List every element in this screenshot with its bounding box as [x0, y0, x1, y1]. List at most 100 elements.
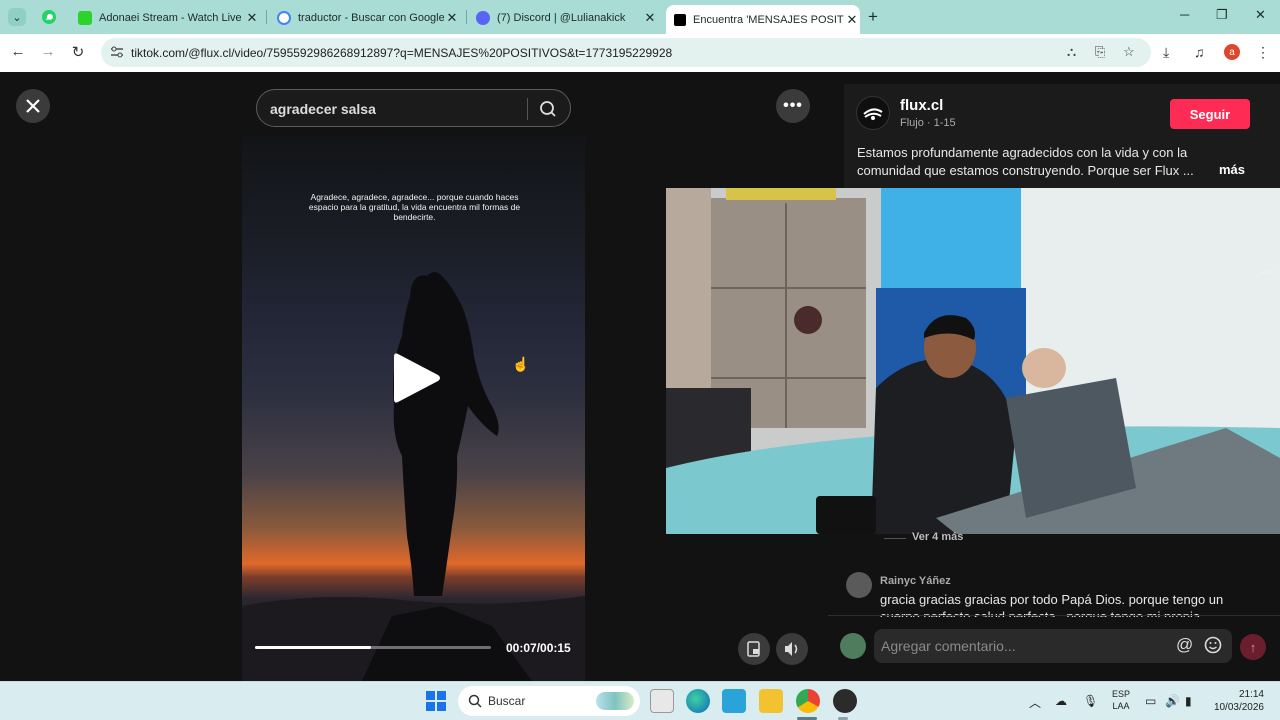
tab-tiktok-active[interactable]: Encuentra 'MENSAJES POSITIVO ✕ [666, 5, 860, 34]
my-avatar [840, 633, 866, 659]
keyboard-layout: LAA [1112, 701, 1130, 711]
search-icon[interactable] [537, 99, 559, 119]
install-app-icon[interactable]: ⎘ [1095, 44, 1105, 60]
windows-start-icon[interactable] [426, 691, 446, 711]
send-comment-button[interactable]: ↑ [1240, 634, 1266, 660]
tab-google-traductor[interactable]: traductor - Buscar con Google ✕ [277, 5, 460, 30]
tab-adonaei-stream[interactable]: Adonaei Stream - Watch Live o ✕ [78, 5, 260, 30]
tiktok-page: agradecer salsa ••• Agradece, agradece, … [0, 72, 1280, 681]
tiktok-icon [674, 13, 686, 26]
task-view-icon[interactable] [650, 689, 674, 713]
menu-kebab-icon[interactable]: ⋮ [1256, 44, 1270, 61]
speaker-icon [785, 642, 798, 656]
address-bar[interactable]: tiktok.com/@flux.cl/video/75955929862689… [101, 38, 1151, 67]
volume-icon[interactable]: 🔊 [1165, 694, 1180, 708]
profile-avatar[interactable]: a [1224, 44, 1240, 60]
store-app-icon[interactable] [722, 689, 746, 713]
comment-divider [828, 615, 1280, 616]
site-settings-icon[interactable] [110, 46, 124, 58]
volume-button[interactable] [776, 633, 808, 665]
reload-icon[interactable]: ↻ [68, 43, 88, 61]
more-dots-icon: ••• [783, 97, 803, 114]
picture-in-picture-button[interactable] [738, 633, 770, 665]
battery-icon[interactable]: ▮ [1185, 694, 1192, 708]
taskbar-search-label: Buscar [488, 694, 526, 708]
arrow-up-icon: ↑ [1249, 639, 1257, 655]
microphone-icon[interactable]: 🎙 [1083, 694, 1098, 708]
comment-text: gracia gracias gracias por todo Papá Dio… [880, 592, 1224, 617]
chrome-icon[interactable] [796, 689, 820, 713]
close-tab-icon[interactable]: ✕ [444, 10, 460, 26]
download-icon[interactable]: ⤓ [1163, 44, 1169, 61]
translate-icon[interactable]: ⛬ [1067, 44, 1076, 60]
close-video-button[interactable] [16, 89, 50, 123]
bookmark-star-icon[interactable]: ☆ [1123, 44, 1135, 60]
tab-search-menu-button[interactable]: ⌄ [8, 8, 26, 26]
media-controls-icon[interactable]: ♫ [1194, 44, 1205, 60]
close-tab-icon[interactable]: ✕ [244, 10, 260, 26]
close-tab-icon[interactable]: ✕ [642, 10, 658, 26]
cloud-offline-icon[interactable]: ☁ [1055, 694, 1067, 708]
language-code: ESP [1112, 689, 1131, 699]
video-progress-bar[interactable] [255, 646, 491, 649]
clock-time: 21:14 [1238, 689, 1264, 700]
comment-input-box[interactable]: Agregar comentario... @ [874, 629, 1232, 663]
description-more-link[interactable]: más [1219, 162, 1245, 177]
follow-button[interactable]: Seguir [1170, 99, 1250, 129]
video-player[interactable]: Agradece, agradece, agradece... porque c… [242, 136, 585, 681]
tab-title: (7) Discord | @Lulianakick [497, 11, 626, 24]
search-bar[interactable]: agradecer salsa [256, 89, 571, 127]
view-more-replies-link[interactable]: Ver 4 más [912, 531, 963, 543]
network-icon[interactable]: ▭ [1145, 694, 1156, 708]
commenter-avatar[interactable] [846, 572, 872, 598]
file-explorer-icon[interactable] [759, 689, 783, 713]
window-close-icon[interactable]: ✕ [1255, 7, 1266, 23]
commenter-name[interactable]: Rainyc Yáñez [880, 575, 951, 587]
author-subtitle: Flujo · 1-15 [900, 117, 956, 129]
google-icon [277, 10, 291, 25]
input-language[interactable]: ESP LAA [1112, 688, 1130, 712]
more-options-button[interactable]: ••• [776, 89, 810, 123]
show-hidden-icons-chevron-icon[interactable]: ︿ [1029, 694, 1041, 711]
video-timestamp: 00:07/00:15 [506, 641, 571, 655]
kick-icon [78, 10, 92, 25]
play-icon[interactable] [392, 350, 442, 406]
tab-separator [266, 10, 267, 24]
url-text: tiktok.com/@flux.cl/video/75955929862689… [131, 46, 673, 60]
whatsapp-icon [42, 10, 56, 24]
video-description: Estamos profundamente agradecidos con la… [857, 145, 1194, 178]
obs-icon[interactable] [833, 689, 857, 713]
tab-separator [466, 10, 467, 24]
forward-arrow-icon[interactable]: → [38, 43, 58, 60]
back-arrow-icon[interactable]: ← [8, 43, 28, 60]
edge-browser-icon[interactable] [686, 689, 710, 713]
search-icon [468, 694, 482, 708]
minimize-icon[interactable]: ─ [1180, 7, 1189, 22]
tab-title: traductor - Buscar con Google [298, 11, 444, 24]
pinned-tab-whatsapp[interactable] [38, 7, 60, 27]
emoji-icon[interactable] [1204, 636, 1222, 654]
search-input[interactable]: agradecer salsa [270, 101, 376, 117]
author-avatar[interactable] [856, 96, 890, 130]
video-info-panel: flux.cl Flujo · 1-15 Seguir Estamos prof… [844, 84, 1280, 194]
system-clock[interactable]: 21:14 10/03/2026 [1206, 688, 1264, 714]
tab-discord[interactable]: (7) Discord | @Lulianakick ✕ [476, 5, 658, 30]
ver-mas-line [884, 538, 906, 539]
browser-tab-bar: ⌄ Adonaei Stream - Watch Live o ✕ traduc… [0, 0, 1280, 34]
close-tab-icon[interactable]: ✕ [844, 12, 860, 28]
browser-toolbar: ← → ↻ tiktok.com/@flux.cl/video/75955929… [0, 34, 1280, 72]
new-tab-button[interactable]: + [868, 7, 878, 27]
discord-icon [476, 10, 490, 25]
flux-logo-icon [863, 108, 883, 120]
maximize-icon[interactable]: ❐ [1216, 7, 1228, 23]
search-highlight-image [596, 692, 634, 710]
pip-icon [747, 641, 760, 657]
clock-date: 10/03/2026 [1213, 702, 1264, 713]
tab-title: Adonaei Stream - Watch Live o [99, 11, 244, 24]
webcam-scene [666, 188, 1280, 534]
mention-at-icon[interactable]: @ [1176, 635, 1193, 655]
mouse-cursor-icon: ☝ [512, 356, 530, 372]
taskbar-search[interactable]: Buscar [458, 686, 640, 716]
comment-input[interactable]: Agregar comentario... [881, 638, 1016, 654]
author-name[interactable]: flux.cl [900, 97, 943, 114]
